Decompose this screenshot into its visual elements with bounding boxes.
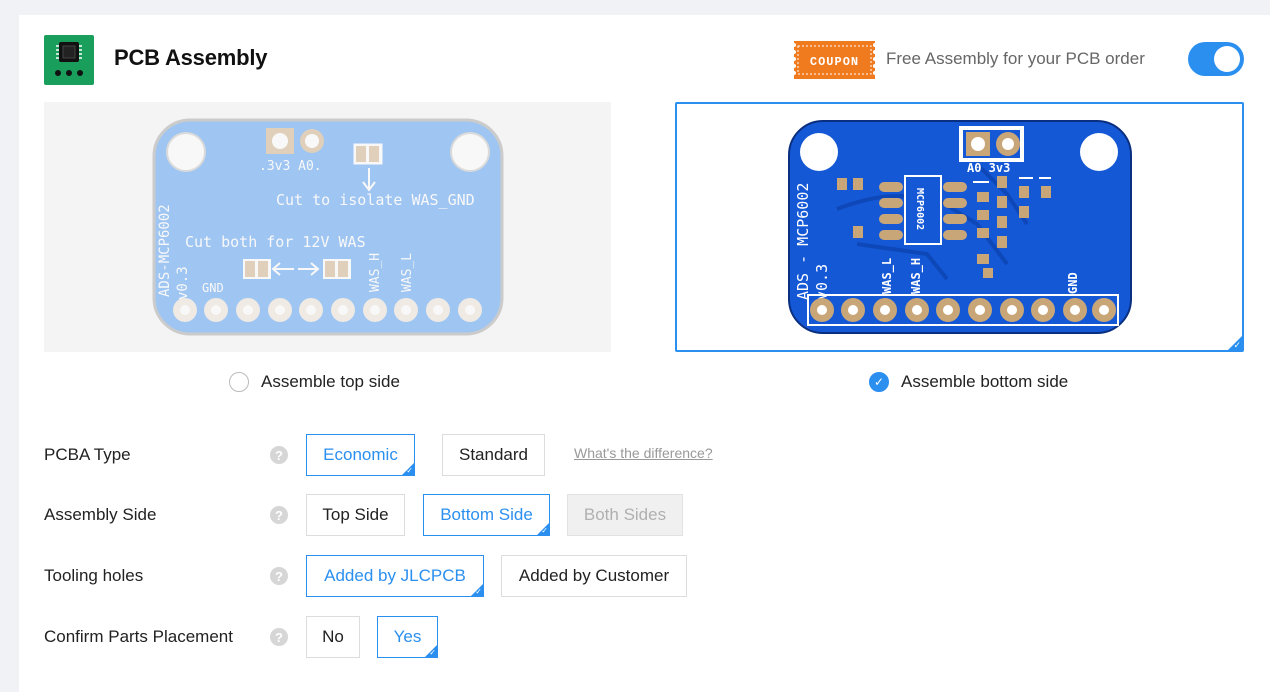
svg-text:Cut to isolate WAS_GND: Cut to isolate WAS_GND (276, 191, 475, 209)
svg-text:ADS - MCP6002: ADS - MCP6002 (794, 183, 812, 300)
question-circle-icon[interactable]: ? (270, 506, 288, 524)
board-top-image: .3v3 A0. Cut to isolate WAS_GND Cut both… (152, 118, 504, 336)
radio-label-top: Assemble top side (261, 372, 400, 391)
pcb-chip-icon (44, 35, 94, 85)
label-tooling-holes: Tooling holes (44, 566, 144, 585)
question-circle-icon[interactable]: ? (270, 628, 288, 646)
row-confirm-parts-placement: Confirm Parts Placement ? No Yes ✓ (44, 616, 1044, 658)
svg-text:ADS-MCP6002: ADS-MCP6002 (157, 204, 173, 297)
coupon-text: Free Assembly for your PCB order (886, 49, 1145, 68)
svg-text:A0 3v3: A0 3v3 (967, 161, 1010, 175)
option-label: Yes (393, 627, 422, 646)
option-both-sides: Both Sides (567, 494, 683, 536)
checkmark-icon: ✓ (406, 466, 413, 475)
svg-text:GND: GND (1066, 272, 1080, 294)
label-assembly-side: Assembly Side (44, 505, 157, 524)
radio-assemble-bottom[interactable]: ✓ Assemble bottom side (869, 372, 1068, 392)
checkmark-icon: ✓ (541, 526, 548, 535)
option-label: Standard (459, 445, 528, 464)
option-added-by-customer[interactable]: Added by Customer (501, 555, 687, 597)
question-circle-icon[interactable]: ? (270, 446, 288, 464)
board-top-preview[interactable]: .3v3 A0. Cut to isolate WAS_GND Cut both… (44, 102, 611, 352)
radio-assemble-top[interactable]: Assemble top side (229, 372, 400, 392)
option-label: No (322, 627, 344, 646)
svg-text:WAS_L: WAS_L (400, 253, 415, 292)
svg-text:WAS_L: WAS_L (880, 258, 895, 294)
whats-the-difference-link[interactable]: What's the difference? (574, 445, 713, 461)
row-assembly-side: Assembly Side ? Top Side Bottom Side ✓ B… (44, 494, 1044, 536)
checkmark-icon: ✓ (429, 648, 436, 657)
option-top-side[interactable]: Top Side (306, 494, 405, 536)
svg-text:COUPON: COUPON (810, 55, 859, 69)
svg-text:WAS_H: WAS_H (909, 258, 924, 294)
row-tooling-holes: Tooling holes ? Added by JLCPCB ✓ Added … (44, 555, 1044, 597)
option-bottom-side[interactable]: Bottom Side ✓ (423, 494, 550, 536)
label-pcba-type: PCBA Type (44, 445, 131, 464)
option-label: Top Side (322, 505, 389, 524)
option-yes[interactable]: Yes ✓ (377, 616, 438, 658)
pcb-assembly-card: PCB Assembly COUPON Free Assembly for yo… (19, 15, 1270, 692)
radio-circle-icon (229, 372, 249, 392)
board-bottom-preview[interactable]: A0 3v3 MCP6002 ADS - MCP6002 v0.3 WAS_L … (675, 102, 1244, 352)
radio-label-bottom: Assemble bottom side (901, 372, 1069, 391)
label-confirm-parts-placement: Confirm Parts Placement (44, 627, 233, 646)
svg-text:Cut both for 12V WAS: Cut both for 12V WAS (185, 233, 366, 251)
option-no[interactable]: No (306, 616, 360, 658)
row-pcba-type: PCBA Type ? Economic ✓ Standard (44, 434, 1044, 476)
option-label: Added by JLCPCB (324, 566, 466, 585)
checkmark-icon: ✓ (475, 587, 482, 596)
svg-text:WAS_H: WAS_H (368, 253, 383, 292)
option-standard[interactable]: Standard (442, 434, 545, 476)
option-label: Added by Customer (518, 566, 670, 585)
option-label: Bottom Side (440, 505, 533, 524)
svg-text:.3v3 A0.: .3v3 A0. (259, 159, 322, 174)
option-added-by-jlcpcb[interactable]: Added by JLCPCB ✓ (306, 555, 484, 597)
option-label: Both Sides (583, 505, 667, 524)
svg-text:MCP6002: MCP6002 (914, 188, 925, 230)
option-economic[interactable]: Economic ✓ (306, 434, 415, 476)
option-label: Economic (323, 445, 398, 464)
coupon-badge: COUPON (794, 41, 875, 79)
free-assembly-toggle[interactable] (1188, 42, 1244, 76)
board-bottom-image: A0 3v3 MCP6002 ADS - MCP6002 v0.3 WAS_L … (788, 120, 1132, 334)
toggle-knob (1214, 46, 1240, 72)
question-circle-icon[interactable]: ? (270, 567, 288, 585)
checkmark-icon: ✓ (869, 372, 889, 392)
page-title: PCB Assembly (114, 45, 268, 70)
checkmark-icon: ✓ (1233, 340, 1241, 350)
svg-text:GND: GND (202, 281, 224, 295)
svg-text:v0.3: v0.3 (175, 266, 191, 300)
